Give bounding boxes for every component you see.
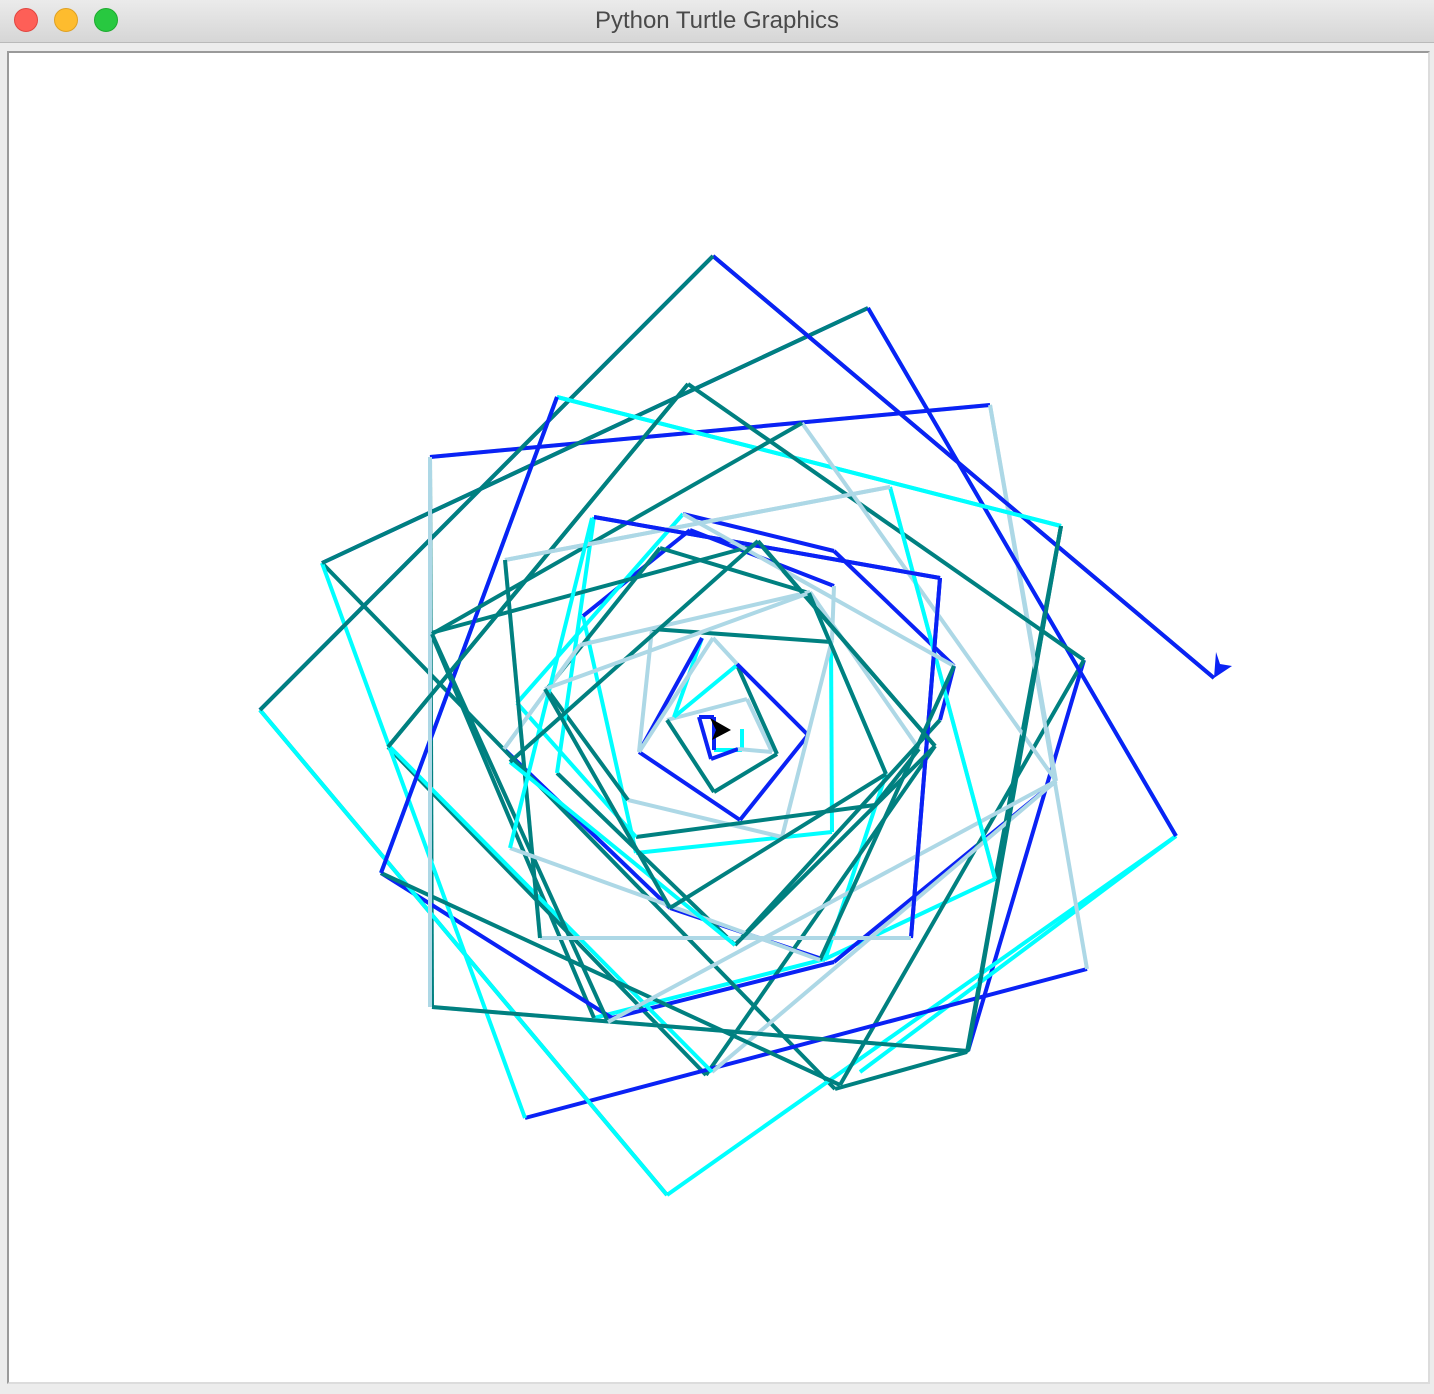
spiral-segment [611,960,835,1020]
spiral-segment [258,708,669,1197]
spiral-segment [818,665,956,961]
turtle-markers [710,652,1232,740]
spiral-segment [556,395,1062,528]
window-title: Python Turtle Graphics [594,7,840,34]
spiral-segment [635,830,833,855]
spiral-segment [733,744,937,947]
spiral-segment [745,698,774,753]
spiral-segment [320,562,527,1119]
spiral-segment [431,1005,969,1053]
spiral-segment [581,615,638,854]
title-bar[interactable]: Python Turtle Graphics [0,0,1434,43]
spiral-segment [379,396,559,874]
spiral-segment [838,659,1086,1086]
turtle-canvas[interactable] [9,53,1428,1382]
spiral-segment [737,747,773,754]
spiral-segment [627,798,783,839]
spiral-segment [888,486,997,880]
spiral-segment [711,254,1216,680]
turtle-canvas-frame [7,51,1430,1384]
turtle-end-arrow-icon [1214,652,1232,678]
turtle-window: Python Turtle Graphics [0,0,1434,1394]
spiral-segment [665,718,716,794]
spiral-segment [780,639,834,838]
spiral-segment [858,834,1178,1074]
spiral-drawing [258,254,1216,1197]
spiral-segment [430,542,761,635]
spiral-segment [697,716,713,760]
spiral-segment [829,641,834,833]
spiral-segment [711,636,739,666]
spiral-segment [429,403,991,459]
spiral-segment [686,382,1086,662]
spiral-segment [321,306,869,565]
spiral-segment [988,404,1089,970]
spiral-segment [682,512,955,668]
